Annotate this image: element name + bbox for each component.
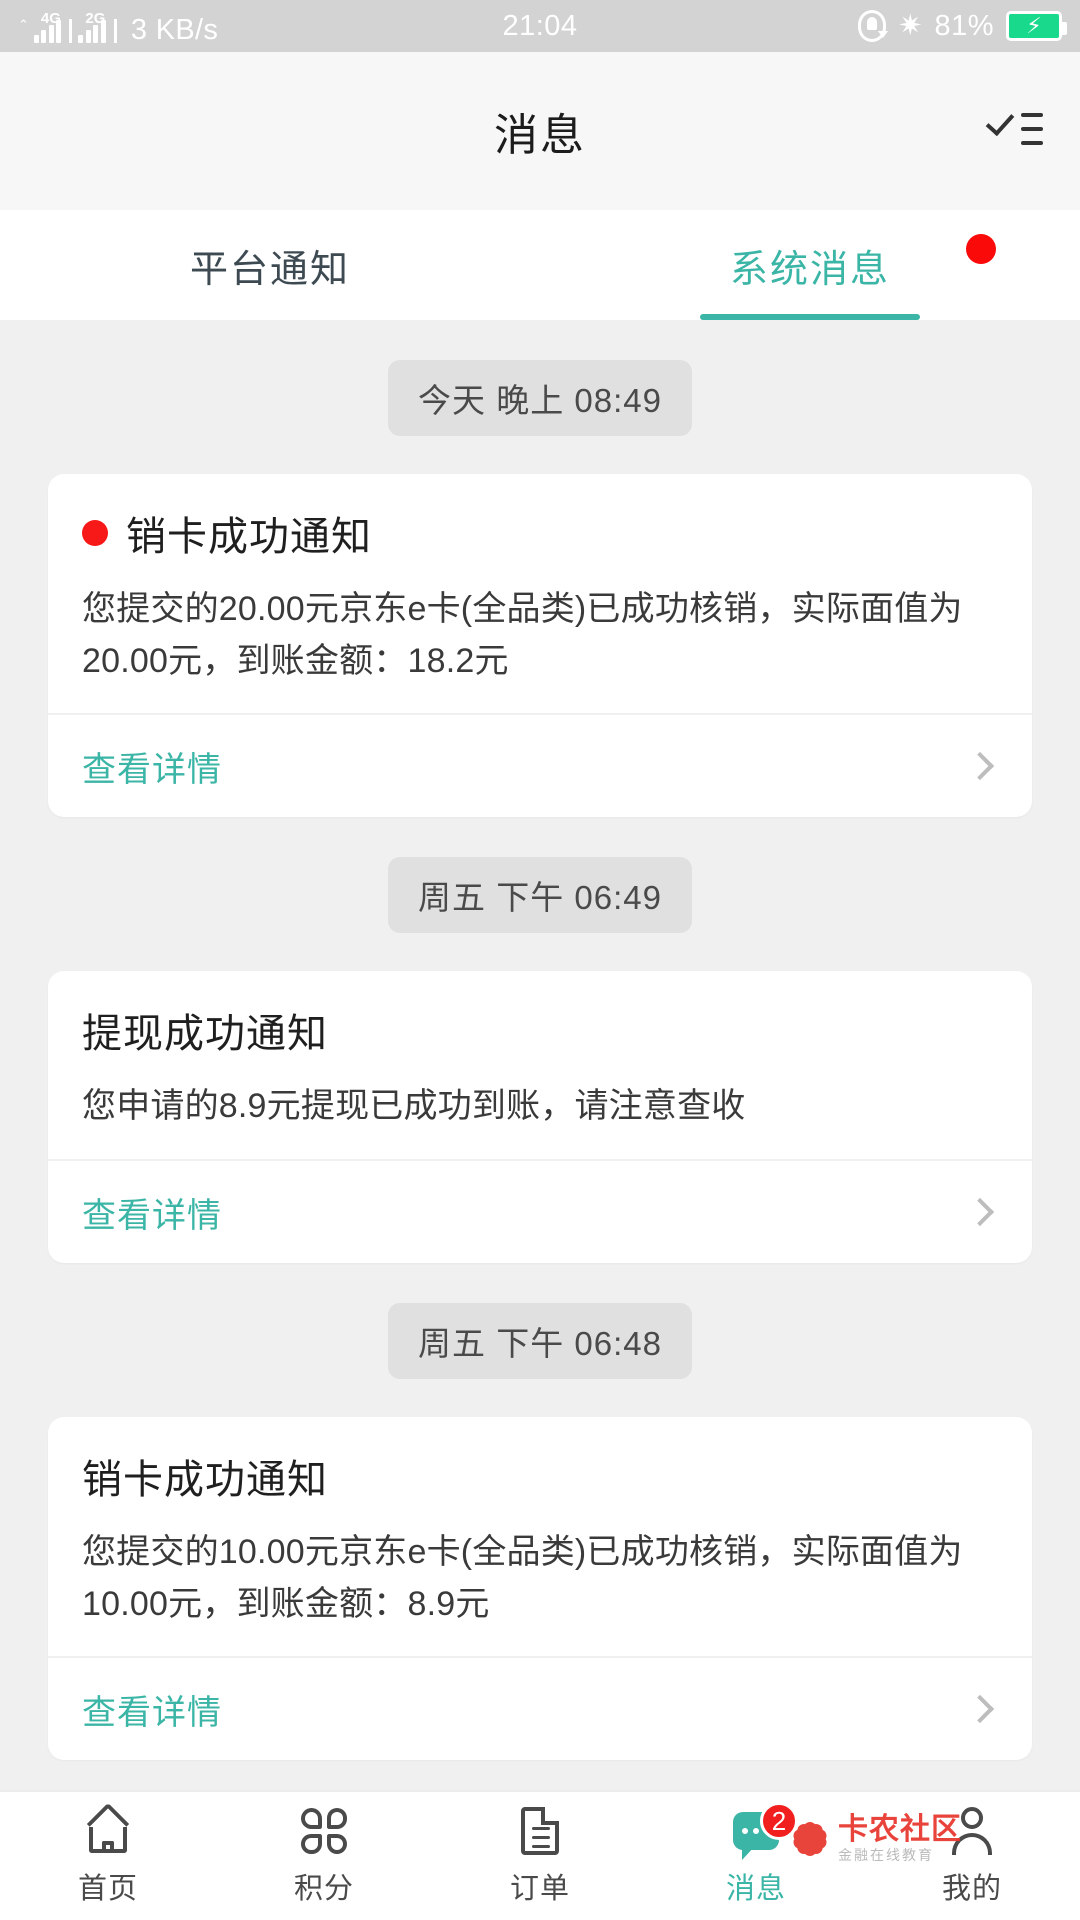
points-icon: [296, 1805, 352, 1857]
message-card[interactable]: 销卡成功通知 您提交的20.00元京东e卡(全品类)已成功核销，实际面值为20.…: [48, 474, 1032, 818]
battery-percent-label: 81%: [934, 9, 994, 42]
order-icon: [512, 1805, 568, 1857]
nav-label: 积分: [293, 1873, 354, 1905]
status-bar-right: ✷ 81% ⚡: [858, 9, 1067, 43]
message-title-row: 销卡成功通知: [82, 1447, 998, 1505]
message-card-body: 销卡成功通知 您提交的20.00元京东e卡(全品类)已成功核销，实际面值为20.…: [48, 474, 1032, 713]
message-title: 销卡成功通知: [126, 515, 372, 559]
nav-label: 我的: [941, 1873, 1002, 1905]
view-detail-link[interactable]: 查看详情: [82, 742, 222, 791]
rotation-lock-icon: [858, 10, 889, 42]
tab-platform-notice[interactable]: 平台通知: [0, 210, 540, 320]
timestamp-chip: 周五 下午 06:48: [388, 1303, 692, 1380]
timestamp-chip: 今天 晚上 08:49: [388, 360, 692, 436]
home-icon: [80, 1802, 136, 1857]
timestamp-row: 今天 晚上 08:49: [0, 360, 1080, 436]
nav-item-orders[interactable]: 订单: [432, 1792, 648, 1920]
message-title: 提现成功通知: [82, 1012, 328, 1057]
page-title: 消息: [494, 111, 586, 160]
chevron-right-icon: [965, 1695, 995, 1724]
tab-bar: 平台通知 系统消息: [0, 210, 1080, 320]
tab-system-message[interactable]: 系统消息: [540, 210, 1080, 320]
bottom-navigation: 首页 积分 订单 2 消息 我的: [0, 1790, 1080, 1920]
message-card-footer[interactable]: 查看详情: [48, 713, 1032, 817]
nav-item-home[interactable]: 首页: [0, 1792, 216, 1920]
nav-item-points[interactable]: 积分: [216, 1792, 432, 1920]
message-text: 您提交的20.00元京东e卡(全品类)已成功核销，实际面值为20.00元，到账金…: [82, 590, 963, 680]
nav-unread-badge: 2: [760, 1802, 798, 1840]
message-card-body: 提现成功通知 您申请的8.9元提现已成功到账，请注意查收: [48, 971, 1032, 1159]
tab-unread-badge-icon: [966, 234, 996, 264]
message-title-row: 提现成功通知: [82, 1001, 998, 1059]
nav-item-messages[interactable]: 2 消息: [648, 1792, 864, 1920]
view-detail-link[interactable]: 查看详情: [82, 1188, 222, 1237]
message-card[interactable]: 提现成功通知 您申请的8.9元提现已成功到账，请注意查收 查看详情: [48, 971, 1032, 1264]
message-list[interactable]: 今天 晚上 08:49 销卡成功通知 您提交的20.00元京东e卡(全品类)已成…: [0, 320, 1080, 1790]
battery-charging-icon: ⚡: [1006, 11, 1067, 41]
message-title-row: 销卡成功通知: [82, 504, 998, 562]
nav-label: 订单: [509, 1873, 570, 1905]
message-text: 您提交的10.00元京东e卡(全品类)已成功核销，实际面值为10.00元，到账金…: [82, 1533, 963, 1623]
timestamp-row: 周五 下午 06:48: [0, 1303, 1080, 1380]
mark-all-read-button[interactable]: [984, 100, 1046, 162]
message-card[interactable]: 销卡成功通知 您提交的10.00元京东e卡(全品类)已成功核销，实际面值为10.…: [48, 1417, 1032, 1761]
tab-label: 系统消息: [729, 248, 890, 291]
timestamp-chip: 周五 下午 06:49: [388, 857, 692, 934]
message-card-footer[interactable]: 查看详情: [48, 1656, 1032, 1760]
mark-all-read-icon: [985, 106, 1043, 154]
message-text: 您申请的8.9元提现已成功到账，请注意查收: [82, 1087, 746, 1126]
timestamp-row: 周五 下午 06:49: [0, 857, 1080, 934]
tab-label: 平台通知: [189, 248, 350, 291]
nav-label: 消息: [725, 1873, 786, 1905]
profile-icon: [944, 1805, 1000, 1857]
unread-dot-icon: [82, 520, 108, 546]
message-card-footer[interactable]: 查看详情: [48, 1159, 1032, 1263]
page-header: 消息: [0, 52, 1080, 210]
chevron-right-icon: [965, 1197, 995, 1227]
nav-item-profile[interactable]: 我的: [864, 1792, 1080, 1920]
message-card-body: 销卡成功通知 您提交的10.00元京东e卡(全品类)已成功核销，实际面值为10.…: [48, 1417, 1032, 1656]
message-title: 销卡成功通知: [82, 1458, 328, 1503]
nav-label: 首页: [77, 1873, 138, 1905]
status-bar: ⌃ 4G 2G 3 KB/s 21:04 ✷ 81% ⚡: [0, 0, 1080, 52]
view-detail-link[interactable]: 查看详情: [82, 1685, 222, 1734]
bluetooth-icon: ✷: [898, 9, 923, 42]
chevron-right-icon: [965, 752, 995, 781]
